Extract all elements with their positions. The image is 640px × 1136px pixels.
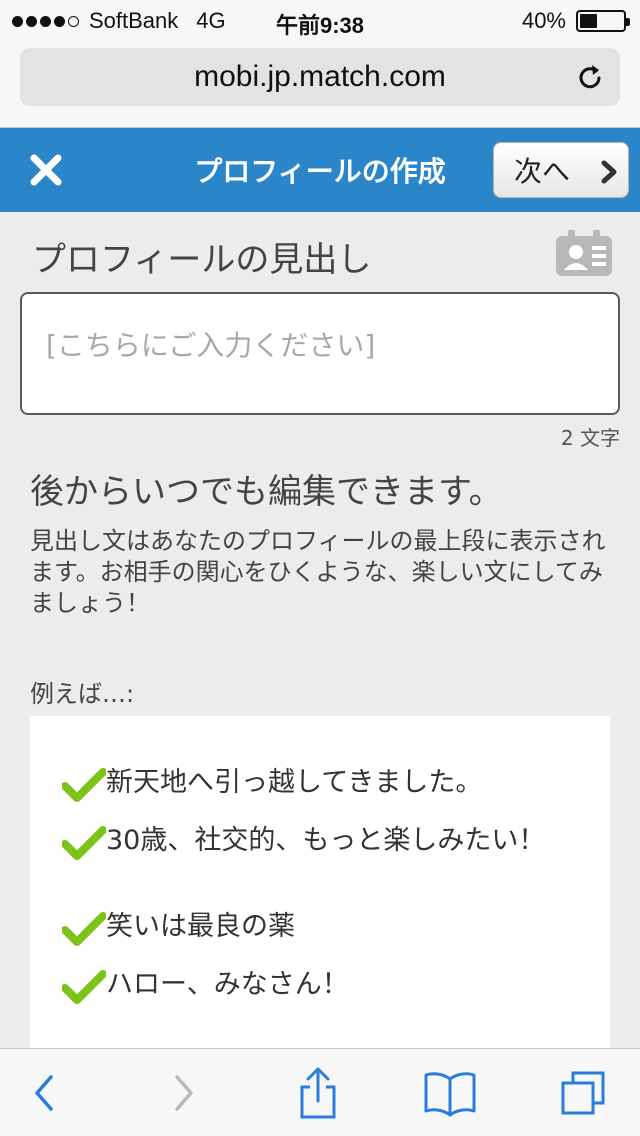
- section-title: プロフィールの見出し: [32, 240, 372, 280]
- main-content: プロフィールの見出し 2 文字 後からいつでも編集できます。 見出し文はあなたの…: [0, 212, 640, 1056]
- forward-button[interactable]: [134, 1049, 234, 1136]
- tabs-icon: [561, 1071, 605, 1115]
- check-icon: [62, 826, 106, 860]
- back-button[interactable]: [0, 1049, 94, 1136]
- signal-strength-icon: [12, 15, 79, 27]
- next-button[interactable]: 次へ: [493, 142, 629, 198]
- browser-url-area: mobi.jp.match.com: [0, 40, 640, 128]
- carrier-name: SoftBank: [89, 8, 179, 33]
- app-header: プロフィールの作成 次へ: [0, 128, 640, 212]
- share-button[interactable]: [268, 1049, 368, 1136]
- examples-box: 新天地へ引っ越してきました。 30歳、社交的、もっと楽しみたい！ 笑いは最良の薬…: [30, 716, 610, 1056]
- tabs-button[interactable]: [533, 1049, 633, 1136]
- check-icon: [62, 768, 106, 802]
- example-text: ハロー、みなさん！: [106, 969, 349, 1000]
- profile-card-icon: [556, 230, 612, 276]
- edit-note: 後からいつでも編集できます。: [30, 472, 503, 512]
- address-bar[interactable]: mobi.jp.match.com: [20, 48, 620, 106]
- status-right: 40%: [521, 8, 630, 34]
- battery-icon: [576, 10, 630, 32]
- example-item: ハロー、みなさん！: [62, 968, 582, 1004]
- example-item: 新天地へ引っ越してきました。: [62, 766, 582, 802]
- char-count: 2 文字: [560, 426, 620, 450]
- headline-input[interactable]: [20, 292, 620, 415]
- share-icon: [300, 1067, 336, 1119]
- example-text: 30歳、社交的、もっと楽しみたい！: [106, 825, 546, 856]
- examples-label: 例えば…:: [30, 680, 135, 708]
- bookmarks-icon: [424, 1072, 476, 1117]
- close-icon[interactable]: [24, 148, 68, 192]
- example-item: 笑いは最良の薬: [62, 910, 582, 946]
- status-bar: SoftBank 4G 午前9:38 40%: [0, 0, 640, 40]
- next-button-label: 次へ: [514, 155, 571, 188]
- description-text: 見出し文はあなたのプロフィールの最上段に表示されます。お相手の関心をひくような、…: [30, 527, 606, 617]
- network-type: 4G: [196, 8, 226, 33]
- chevron-right-icon: [601, 160, 617, 184]
- example-item: 30歳、社交的、もっと楽しみたい！: [62, 824, 582, 860]
- check-icon: [62, 912, 106, 946]
- check-icon: [62, 970, 106, 1004]
- browser-toolbar: [0, 1048, 640, 1136]
- bookmarks-button[interactable]: [400, 1049, 500, 1136]
- example-text: 新天地へ引っ越してきました。: [106, 767, 483, 798]
- back-icon: [35, 1075, 53, 1111]
- page-title: プロフィールの作成: [194, 155, 446, 188]
- example-text: 笑いは最良の薬: [106, 911, 295, 942]
- reload-icon[interactable]: [574, 61, 606, 93]
- battery-percent: 40%: [521, 8, 566, 33]
- url-text: mobi.jp.match.com: [194, 60, 446, 93]
- forward-icon: [175, 1075, 193, 1111]
- status-left: SoftBank 4G: [12, 8, 226, 34]
